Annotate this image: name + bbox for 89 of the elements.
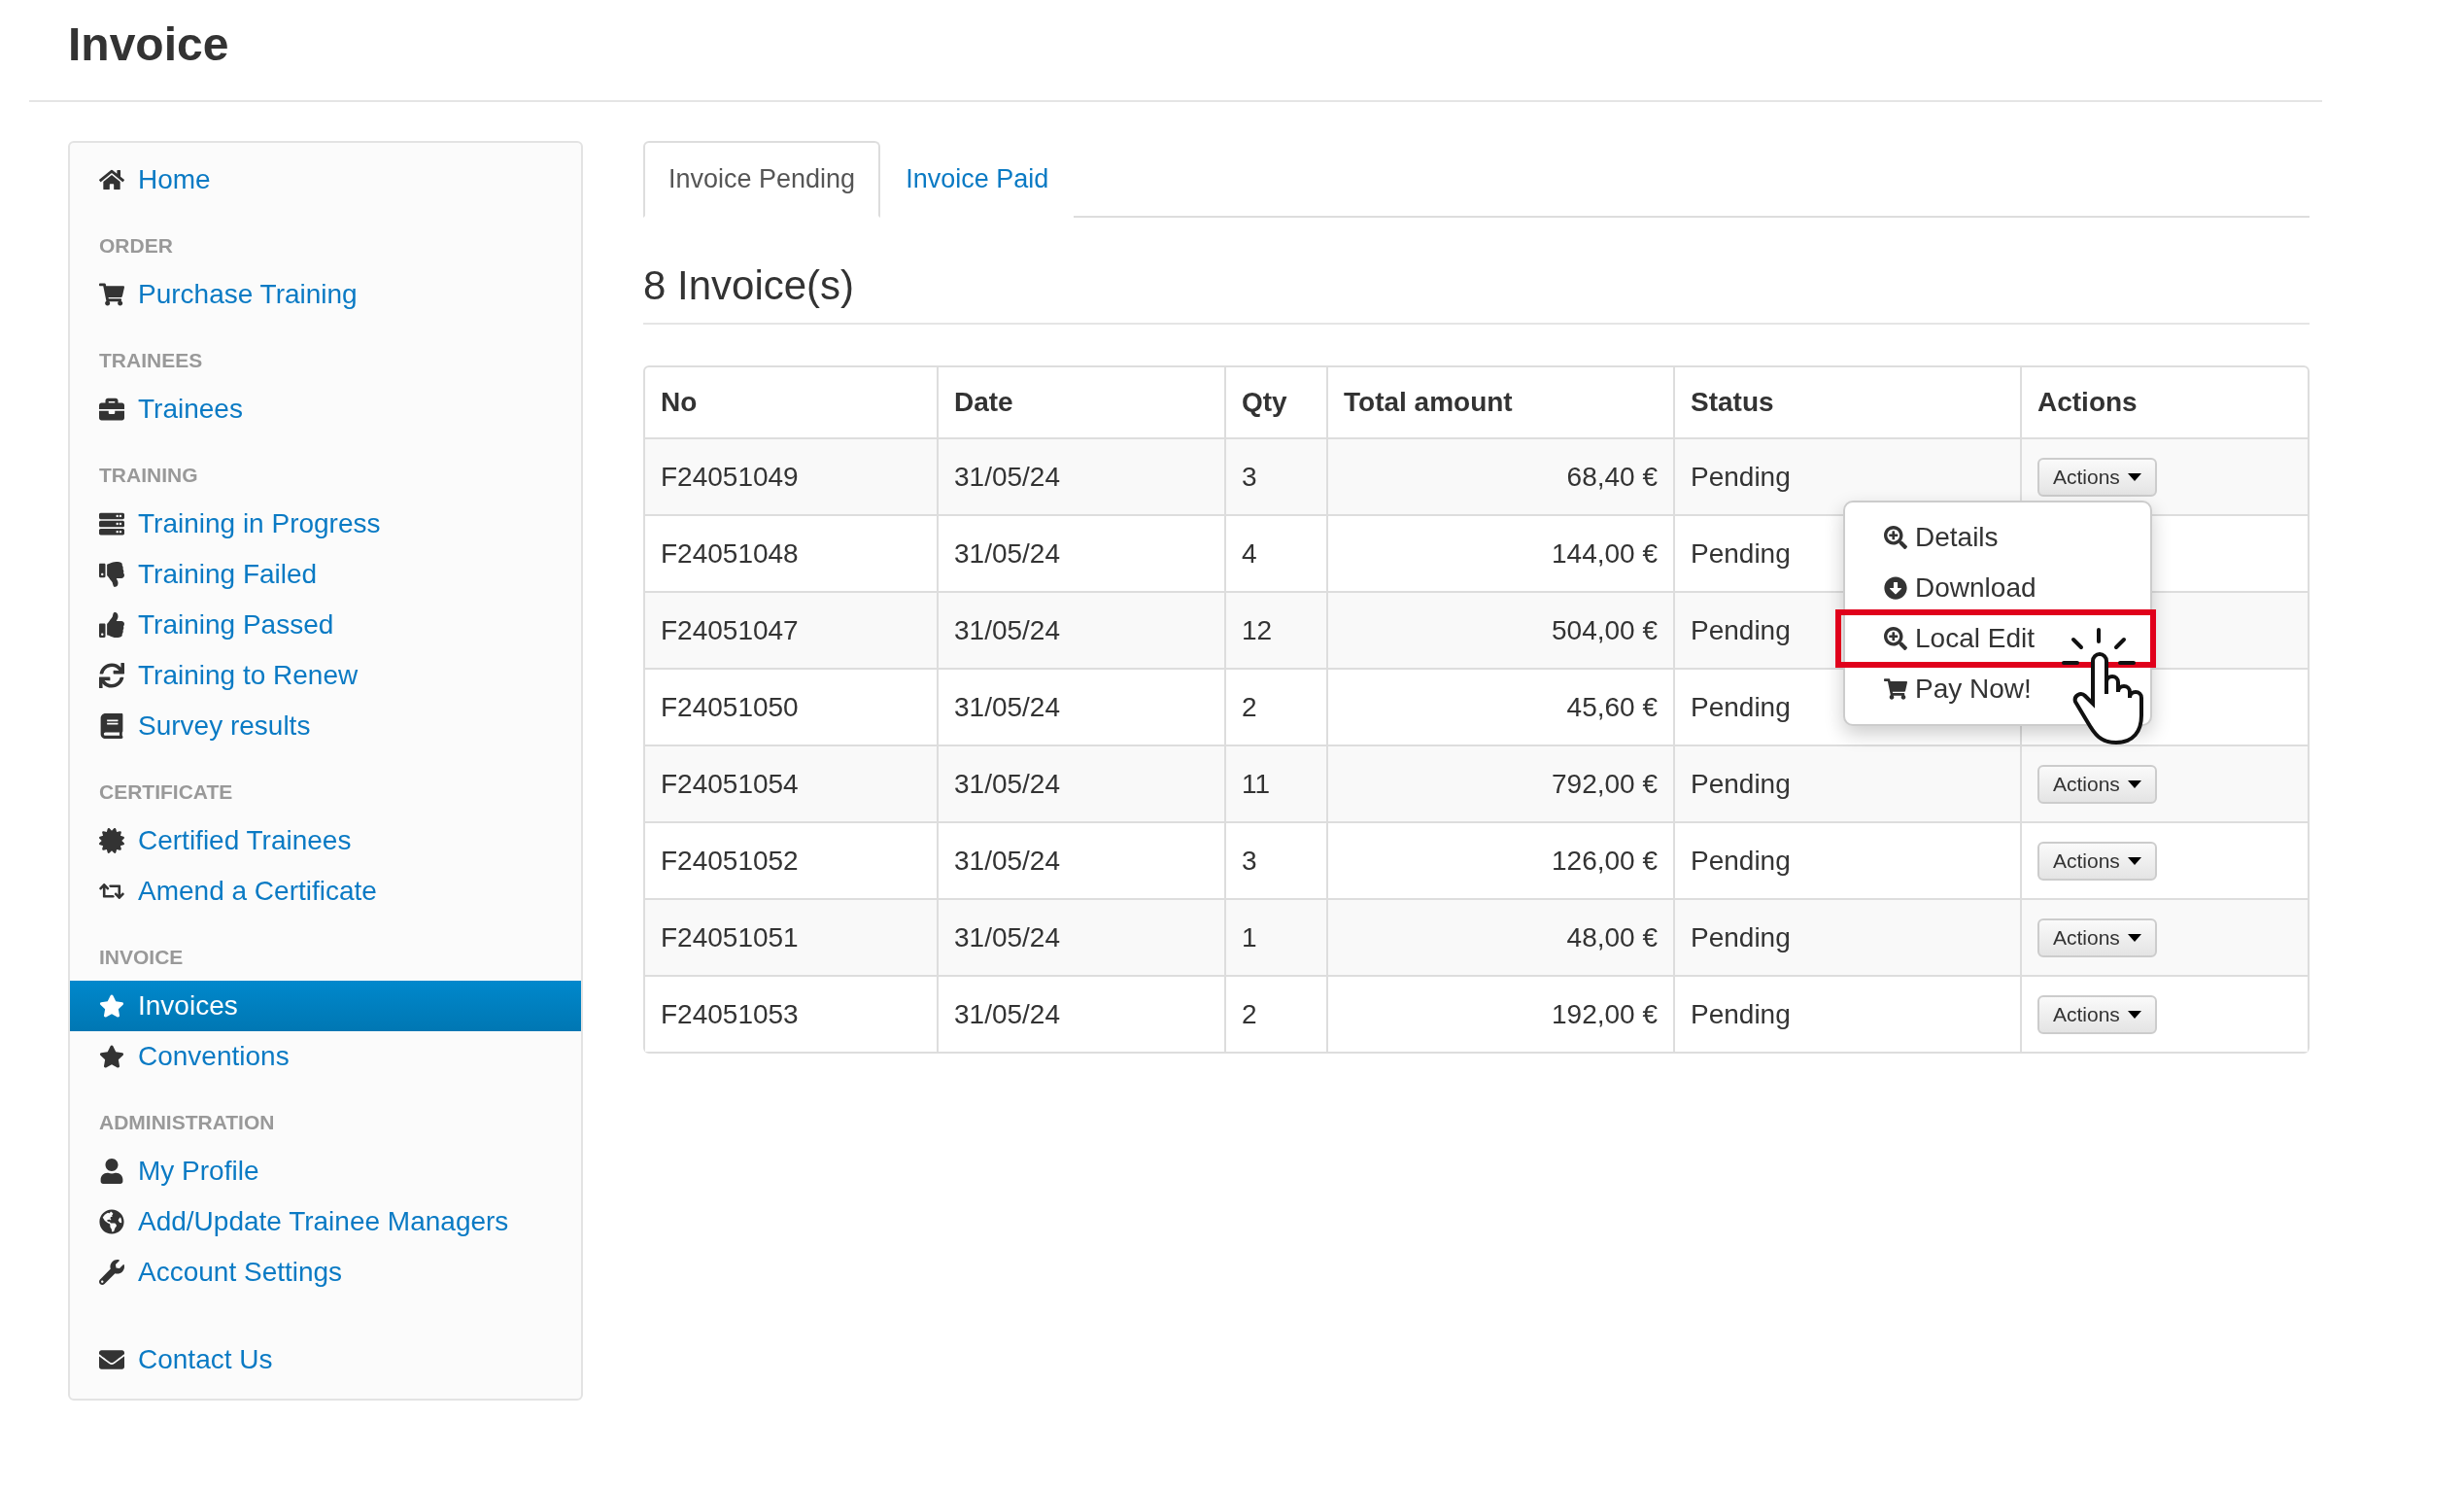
star-icon	[99, 993, 124, 1019]
sidebar-item[interactable]: Purchase Training	[70, 269, 581, 320]
sidebar-item[interactable]: Training in Progress	[70, 499, 581, 549]
table-cell: 68,40 €	[1326, 437, 1673, 514]
table-cell: 144,00 €	[1326, 514, 1673, 591]
table-cell: 126,00 €	[1326, 821, 1673, 898]
table-cell: 45,60 €	[1326, 668, 1673, 744]
tab[interactable]: Invoice Pending	[643, 141, 881, 218]
table-cell: Pending	[1673, 975, 2020, 1052]
cart-icon	[99, 282, 124, 307]
table-cell: Pending	[1673, 898, 2020, 975]
actions-button[interactable]: Actions	[2037, 841, 2157, 881]
section-heading: 8 Invoice(s)	[643, 262, 2310, 325]
sidebar-item[interactable]: Home	[70, 155, 581, 205]
sidebar-item[interactable]: Amend a Certificate	[70, 866, 581, 917]
table-cell: F24051053	[645, 975, 937, 1052]
section-header: INVOICE	[98, 945, 185, 970]
table-cell: F24051049	[645, 437, 937, 514]
page-title: Invoice	[68, 17, 230, 71]
thumbs-up-icon	[99, 612, 124, 638]
wrench-icon	[99, 1260, 124, 1285]
table-cell: 1	[1224, 898, 1326, 975]
sidebar-item[interactable]: Invoices	[70, 981, 581, 1031]
table-cell: 31/05/24	[937, 591, 1224, 668]
zoom-in-icon	[1884, 526, 1907, 549]
actions-button[interactable]: Actions	[2037, 764, 2157, 804]
section-header: ADMINISTRATION	[98, 1110, 276, 1135]
table-cell: 504,00 €	[1326, 591, 1673, 668]
table-cell: 31/05/24	[937, 744, 1224, 821]
sidebar-item[interactable]: Training Failed	[70, 549, 581, 600]
cart-icon	[1884, 677, 1907, 701]
table-cell: 12	[1224, 591, 1326, 668]
sidebar-item[interactable]: Add/Update Trainee Managers	[70, 1196, 581, 1247]
stacked-bars-icon	[99, 511, 124, 537]
table-cell: 4	[1224, 514, 1326, 591]
table-cell: 3	[1224, 437, 1326, 514]
download-icon	[1884, 576, 1907, 600]
book-icon	[99, 713, 124, 739]
star-icon	[99, 1044, 124, 1069]
person-icon	[99, 1159, 124, 1184]
table-cell: 48,00 €	[1326, 898, 1673, 975]
caret-icon	[2127, 856, 2141, 865]
sidebar-item[interactable]: Survey results	[70, 701, 581, 751]
table-cell: F24051051	[645, 898, 937, 975]
sidebar-item[interactable]: Trainees	[70, 384, 581, 434]
actions-button[interactable]: Actions	[2037, 918, 2157, 957]
sidebar-item[interactable]: My Profile	[70, 1146, 581, 1196]
table-cell: 31/05/24	[937, 898, 1224, 975]
section-header: TRAINING	[98, 463, 199, 488]
section-header: ORDER	[98, 233, 174, 259]
table-cell: F24051054	[645, 744, 937, 821]
section-header: CERTIFICATE	[98, 779, 234, 805]
actions-button[interactable]: Actions	[2037, 994, 2157, 1034]
table-cell: F24051047	[645, 591, 937, 668]
sidebar-item[interactable]: Contact Us	[70, 1334, 581, 1385]
sidebar-item[interactable]: Conventions	[70, 1031, 581, 1082]
sidebar-item[interactable]: Training to Renew	[70, 650, 581, 701]
table-cell: 2	[1224, 975, 1326, 1052]
table-cell: 192,00 €	[1326, 975, 1673, 1052]
zoom-in-icon	[1884, 627, 1907, 650]
section-header: TRAINEES	[98, 348, 204, 373]
table-cell: Pending	[1673, 437, 2020, 514]
sidebar-item[interactable]: Training Passed	[70, 600, 581, 650]
caret-icon	[2127, 779, 2141, 788]
table-cell: Pending	[1673, 744, 2020, 821]
table-cell: 2	[1224, 668, 1326, 744]
caret-icon	[2127, 472, 2141, 481]
refresh-icon	[99, 663, 124, 688]
table-cell: 31/05/24	[937, 437, 1224, 514]
thumbs-down-icon	[99, 562, 124, 587]
table-cell: 792,00 €	[1326, 744, 1673, 821]
sidebar-item[interactable]: Certified Trainees	[70, 815, 581, 866]
table-cell: 31/05/24	[937, 514, 1224, 591]
briefcase-icon	[99, 397, 124, 422]
table-cell: 11	[1224, 744, 1326, 821]
table-cell: Pending	[1673, 821, 2020, 898]
envelope-icon	[99, 1347, 124, 1372]
caret-icon	[2127, 1010, 2141, 1019]
caret-icon	[2127, 933, 2141, 942]
table-cell: 31/05/24	[937, 975, 1224, 1052]
home-icon	[99, 167, 124, 192]
sidebar-item[interactable]: Account Settings	[70, 1247, 581, 1298]
table-cell: 31/05/24	[937, 668, 1224, 744]
table-cell: 31/05/24	[937, 821, 1224, 898]
actions-button[interactable]: Actions	[2037, 457, 2157, 497]
column-header: No	[660, 386, 699, 419]
table-cell: 3	[1224, 821, 1326, 898]
badge-icon	[99, 828, 124, 853]
globe-icon	[99, 1209, 124, 1234]
